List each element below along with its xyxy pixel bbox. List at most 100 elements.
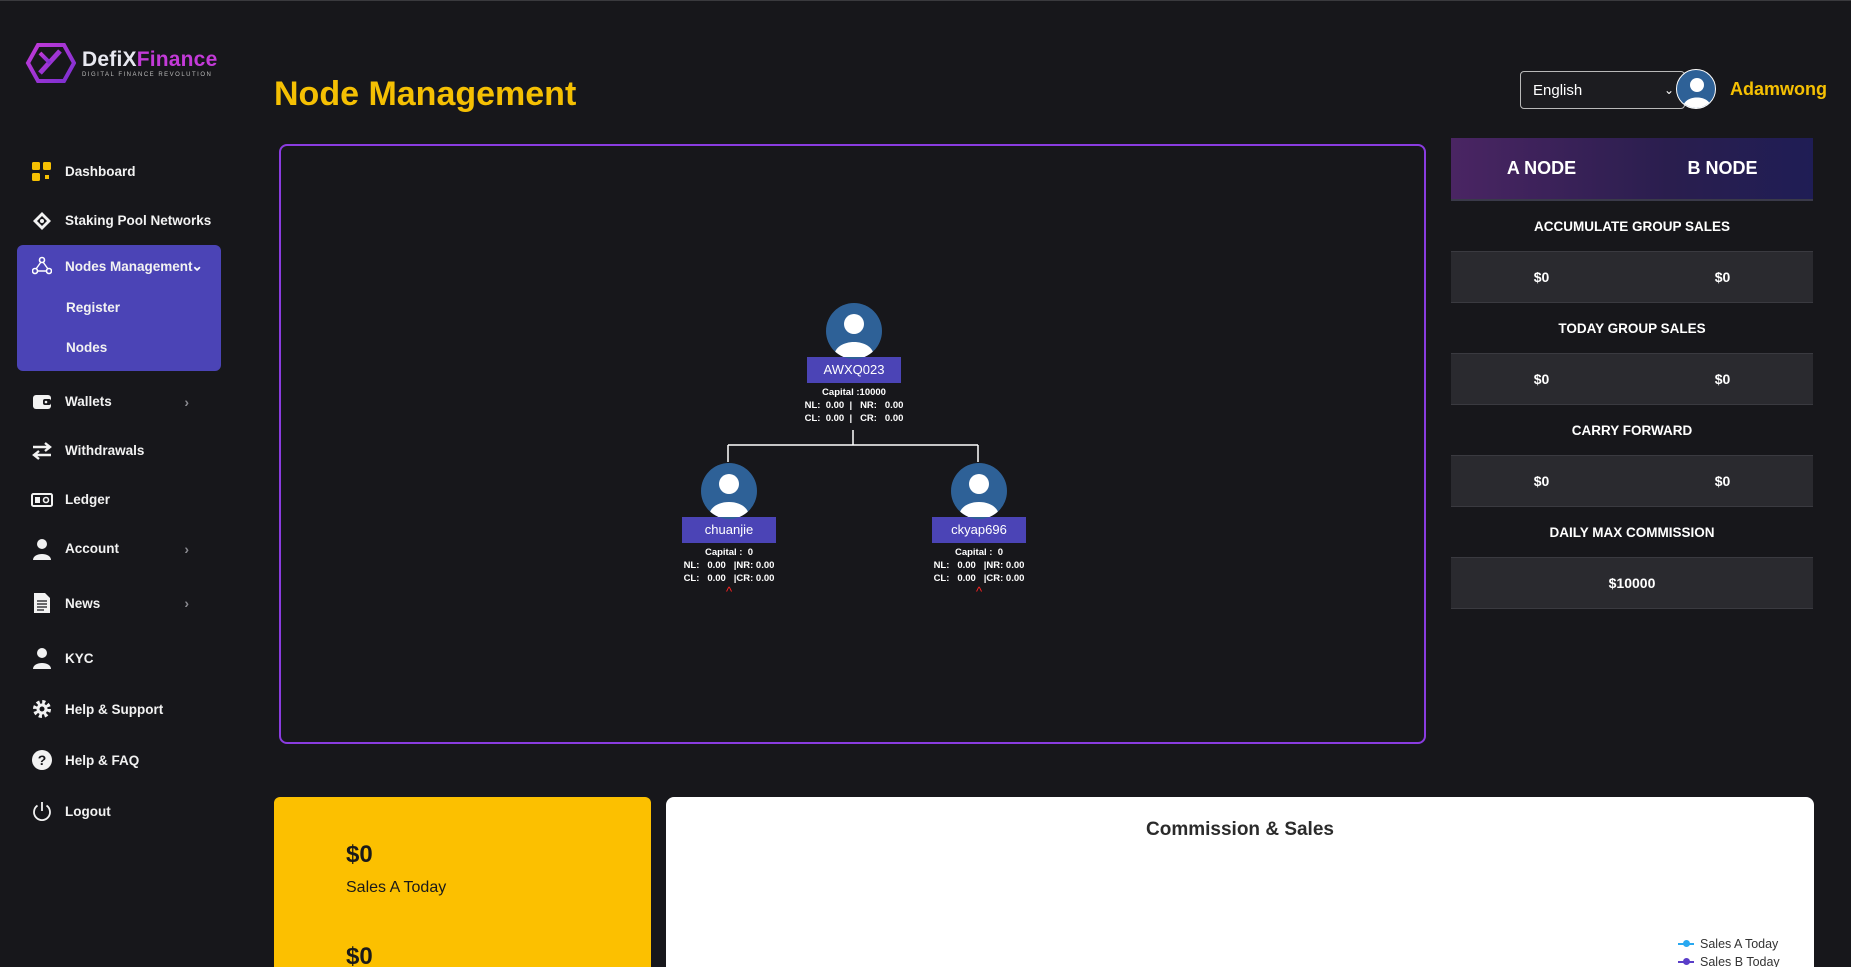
node-username: AWXQ023 — [807, 357, 901, 383]
language-select[interactable]: English ⌄ — [1520, 71, 1685, 109]
power-icon — [31, 800, 53, 822]
svg-text:?: ? — [38, 752, 47, 768]
transfer-icon — [31, 440, 53, 462]
sidebar-item-label: Dashboard — [65, 164, 136, 179]
user-icon — [31, 647, 53, 669]
document-icon — [31, 592, 53, 614]
cr-value: 0.00 — [1005, 573, 1025, 584]
sidebar-item-kyc[interactable]: KYC — [17, 633, 221, 683]
sales-today-card: $0 Sales A Today $0 — [274, 797, 651, 967]
sidebar-item-label: Staking Pool Networks — [65, 213, 212, 228]
carry-a-value: $0 — [1533, 473, 1550, 489]
avatar — [951, 463, 1007, 519]
user-avatar-icon — [834, 314, 874, 357]
wallet-icon — [31, 391, 53, 413]
network-icon — [31, 210, 53, 232]
tree-node-root[interactable]: AWXQ023 Capital :10000 NL: 0.00 | NR: 0.… — [804, 303, 904, 425]
gear-icon — [31, 698, 53, 720]
capital-value: 0 — [997, 547, 1004, 558]
accumulate-group-sales-row: $0 $0 — [1451, 251, 1813, 303]
cr-value: 0.00 — [884, 413, 904, 424]
tab-b-node[interactable]: B NODE — [1632, 138, 1813, 199]
user-menu[interactable]: Adamwong — [1676, 69, 1827, 109]
accumulate-group-sales-title: ACCUMULATE GROUP SALES — [1533, 218, 1730, 234]
expand-arrow-icon[interactable]: ^ — [679, 585, 779, 598]
ledger-icon — [31, 489, 53, 511]
sidebar-subitem-register[interactable]: Register — [17, 287, 221, 327]
chevron-right-icon: › — [184, 393, 189, 410]
daily-max-commission-value: $10000 — [1608, 575, 1656, 591]
node-stats: Capital : 0 NL: 0.00 |NR: 0.00 CL: 0.00 … — [933, 547, 1025, 584]
user-avatar-icon — [1683, 78, 1711, 108]
sidebar-item-label: KYC — [65, 650, 94, 666]
cl-value: 0.00 — [825, 413, 845, 424]
node-tabs: A NODE B NODE — [1451, 138, 1813, 201]
carry-b-value: $0 — [1714, 473, 1731, 489]
question-icon: ? — [31, 749, 53, 771]
sidebar-item-withdrawals[interactable]: Withdrawals — [17, 426, 221, 475]
node-summary-panel: A NODE B NODE ACCUMULATE GROUP SALES $0 … — [1451, 138, 1813, 609]
sidebar-item-wallets[interactable]: Wallets › — [17, 377, 221, 426]
tree-node-left[interactable]: chuanjie Capital : 0 NL: 0.00 |NR: 0.00 … — [679, 463, 779, 598]
nr-value: 0.00 — [884, 400, 904, 411]
sidebar-item-nodes-management[interactable]: Nodes Management ⌄ — [17, 245, 221, 287]
carry-forward-title: CARRY FORWARD — [1571, 422, 1693, 438]
chevron-down-icon: ⌄ — [191, 257, 203, 274]
sidebar-item-logout[interactable]: Logout — [17, 785, 221, 837]
sidebar-item-ledger[interactable]: Ledger — [17, 475, 221, 524]
today-group-sales-row: $0 $0 — [1451, 353, 1813, 405]
language-select-value: English — [1533, 81, 1583, 99]
accumulate-b-value: $0 — [1714, 269, 1731, 285]
sidebar-item-label: Help & FAQ — [65, 752, 140, 768]
capital-value: 0 — [747, 547, 754, 558]
sidebar-item-label: Ledger — [65, 492, 111, 507]
brand-name-part2: Finance — [136, 47, 218, 71]
cl-value: 0.00 — [707, 573, 726, 584]
sidebar-item-staking-pool-networks[interactable]: Staking Pool Networks — [17, 196, 221, 245]
tree-node-right[interactable]: ckyap696 Capital : 0 NL: 0.00 |NR: 0.00 … — [929, 463, 1029, 598]
capital-label: Capital : — [822, 387, 860, 398]
sidebar-item-dashboard[interactable]: Dashboard — [17, 147, 221, 196]
capital-value: 10000 — [859, 387, 886, 398]
nr-value: 0.00 — [1005, 560, 1025, 571]
user-avatar-icon — [709, 474, 749, 517]
sales-a-label: Sales A Today — [346, 879, 447, 896]
daily-max-commission-row: $10000 — [1451, 557, 1813, 609]
nodes-icon — [31, 255, 53, 277]
user-avatar-icon — [959, 474, 999, 517]
node-stats: Capital : 0 NL: 0.00 |NR: 0.00 CL: 0.00 … — [683, 547, 775, 584]
sidebar-nav: Dashboard Staking Pool Networks Nodes Ma… — [17, 147, 221, 837]
capital-label: Capital : — [954, 547, 993, 558]
sidebar-subitem-nodes[interactable]: Nodes — [17, 327, 221, 367]
expand-arrow-icon[interactable]: ^ — [929, 585, 1029, 598]
node-stats: Capital :10000 NL: 0.00 | NR: 0.00 CL: 0… — [804, 387, 904, 424]
sidebar-item-label: Logout — [65, 803, 111, 819]
brand-tagline: DIGITAL FINANCE REVOLUTION — [82, 71, 213, 78]
brand-name-part1: DefiX — [82, 47, 137, 71]
tab-a-node[interactable]: A NODE — [1451, 138, 1632, 199]
node-username: chuanjie — [682, 517, 776, 543]
today-b-value: $0 — [1714, 371, 1731, 387]
sidebar-item-news[interactable]: News › — [17, 573, 221, 633]
legend-marker — [1678, 958, 1694, 965]
sidebar-item-label: Account — [65, 541, 119, 556]
legend-item-sales-a[interactable]: Sales A Today — [1678, 935, 1780, 953]
avatar — [701, 463, 757, 519]
brand-name: DefiXFinance — [82, 47, 218, 71]
legend-label: Sales A Today — [1700, 937, 1779, 951]
user-icon — [31, 538, 53, 560]
chart-title: Commission & Sales — [1146, 819, 1334, 840]
sidebar: DefiXFinance DIGITAL FINANCE REVOLUTION … — [0, 1, 250, 967]
capital-label: Capital : — [704, 547, 743, 558]
node-username: ckyap696 — [932, 517, 1026, 543]
sidebar-item-help-support[interactable]: Help & Support — [17, 683, 221, 735]
carry-forward-row: $0 $0 — [1451, 455, 1813, 507]
brand-logo[interactable]: DefiXFinance DIGITAL FINANCE REVOLUTION — [24, 41, 217, 85]
cr-value: 0.00 — [755, 573, 775, 584]
legend-item-sales-b[interactable]: Sales B Today — [1678, 953, 1780, 967]
today-a-value: $0 — [1533, 371, 1550, 387]
today-group-sales-title: TODAY GROUP SALES — [1558, 320, 1706, 336]
sidebar-item-account[interactable]: Account › — [17, 524, 221, 573]
dashboard-icon — [31, 161, 53, 183]
sidebar-item-help-faq[interactable]: ? Help & FAQ — [17, 735, 221, 785]
